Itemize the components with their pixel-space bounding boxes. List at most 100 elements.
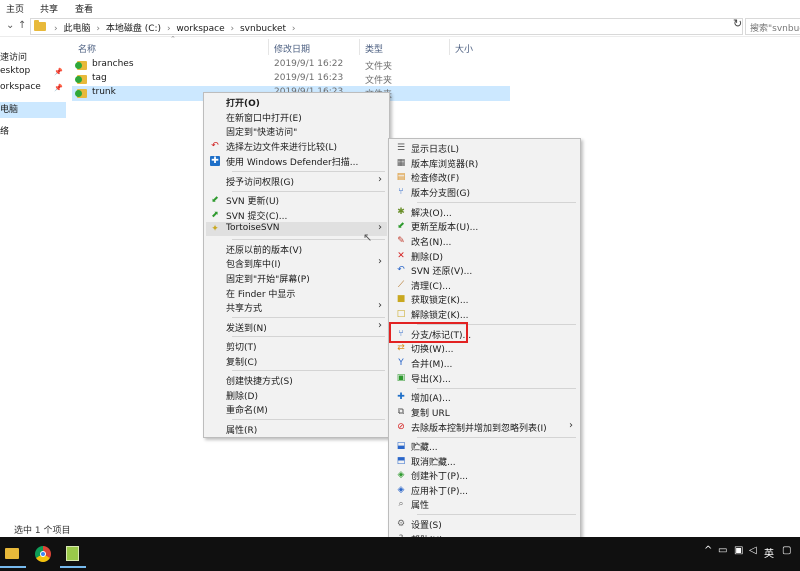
menu-label: 使用 Windows Defender扫描... <box>226 158 359 168</box>
menu-defender-scan[interactable]: ✚ 使用 Windows Defender扫描... <box>206 154 387 168</box>
menu-svn-commit[interactable]: ⬈ SVN 提交(C)... <box>206 208 387 222</box>
menu-compare-left[interactable]: ↶ 选择左边文件来进行比较(L) <box>206 139 387 153</box>
column-divider[interactable] <box>359 39 360 55</box>
submenu-arrow-icon: › <box>378 300 382 311</box>
nav-network[interactable]: 络 <box>0 124 66 140</box>
taskbar-file-explorer[interactable] <box>0 540 26 568</box>
column-date[interactable]: 修改日期 <box>274 42 310 55</box>
up-arrow-icon[interactable]: ↑ <box>18 20 26 31</box>
svn-merge[interactable]: Y 合并(M)... <box>391 356 578 370</box>
menu-include-library[interactable]: 包含到库中(I) › <box>206 256 387 270</box>
diff-icon: ↶ <box>211 141 219 151</box>
taskbar-notepad[interactable] <box>60 540 86 568</box>
lock-icon: ■ <box>396 294 406 304</box>
revert-icon: ↶ <box>397 265 405 275</box>
svn-update-to-revision[interactable]: ⬋ 更新至版本(U)... <box>391 219 578 233</box>
nav-this-pc[interactable]: 电脑 <box>0 102 66 118</box>
menu-open[interactable]: 打开(O) <box>206 95 387 109</box>
breadcrumb-svnbucket[interactable]: svnbucket <box>240 24 286 34</box>
context-menu: 打开(O) 在新窗口中打开(E) 固定到"快速访问" ↶ 选择左边文件来进行比较(… <box>203 92 390 438</box>
svn-export[interactable]: ▣ 导出(X)... <box>391 371 578 385</box>
refresh-icon[interactable]: ↻ <box>733 17 742 30</box>
breadcrumb-workspace[interactable]: workspace <box>176 24 224 34</box>
nav-quick-access[interactable]: 速访问 <box>0 50 66 66</box>
svn-revert[interactable]: ↶ SVN 还原(V)... <box>391 263 578 277</box>
menu-restore-previous[interactable]: 还原以前的版本(V) <box>206 242 387 256</box>
svn-release-lock[interactable]: □ 解除锁定(K)... <box>391 307 578 321</box>
svn-folder-icon <box>75 61 87 70</box>
nav-label: 电脑 <box>0 105 19 115</box>
tray-volume-icon[interactable]: ◁ <box>749 545 757 556</box>
tray-notification-icon[interactable]: ▢ <box>782 545 791 556</box>
file-name: branches <box>92 59 134 69</box>
menu-label: 打开(O) <box>226 99 260 109</box>
tray-network-icon[interactable]: ▭ <box>718 545 727 556</box>
breadcrumb-separator: › <box>230 24 235 34</box>
breadcrumb-this-pc[interactable]: 此电脑 <box>63 24 90 34</box>
menu-copy[interactable]: 复制(C) <box>206 354 387 368</box>
svn-repo-browser[interactable]: ▦ 版本库浏览器(R) <box>391 156 578 170</box>
column-divider[interactable] <box>449 39 450 55</box>
repo-browser-icon: ▦ <box>396 158 406 168</box>
menu-create-shortcut[interactable]: 创建快捷方式(S) <box>206 373 387 387</box>
file-row-tag[interactable]: tag 2019/9/1 16:23 文件夹 <box>72 72 510 87</box>
svn-unversion-ignore[interactable]: ⊘ 去除版本控制并增加到忽略列表(I) › <box>391 420 578 434</box>
menu-open-new-window[interactable]: 在新窗口中打开(E) <box>206 110 387 124</box>
svn-cleanup[interactable]: ⟋ 清理(C)... <box>391 278 578 292</box>
svn-get-lock[interactable]: ■ 获取锁定(K)... <box>391 292 578 306</box>
menu-grant-access[interactable]: 授予访问权限(G) › <box>206 174 387 188</box>
menu-pin-start[interactable]: 固定到"开始"屏幕(P) <box>206 271 387 285</box>
svn-shelve[interactable]: ⬓ 贮藏... <box>391 439 578 453</box>
menu-label: SVN 更新(U) <box>226 197 280 207</box>
file-row-branches[interactable]: branches 2019/9/1 16:22 文件夹 <box>72 58 510 73</box>
svn-resolve[interactable]: ✱ 解决(O)... <box>391 205 578 219</box>
svn-create-patch[interactable]: ◈ 创建补丁(P)... <box>391 468 578 482</box>
svn-unshelve[interactable]: ⬒ 取消贮藏... <box>391 454 578 468</box>
menu-rename[interactable]: 重命名(M) <box>206 402 387 416</box>
breadcrumb-local-disk[interactable]: 本地磁盘 (C:) <box>106 24 161 34</box>
menu-cut[interactable]: 剪切(T) <box>206 339 387 353</box>
tray-ime-indicator[interactable]: 英 <box>764 545 774 560</box>
taskbar-chrome[interactable] <box>30 540 56 568</box>
svn-delete[interactable]: ✕ 删除(D) <box>391 249 578 263</box>
svn-switch[interactable]: ⇄ 切换(W)... <box>391 341 578 355</box>
nav-workspace[interactable]: orkspace 📌 <box>0 82 66 98</box>
tab-view[interactable]: 查看 <box>75 2 93 15</box>
address-bar[interactable]: › 此电脑 › 本地磁盘 (C:) › workspace › svnbucke… <box>30 18 757 35</box>
menu-tortoisesvn[interactable]: ✦ TortoiseSVN › <box>206 222 387 236</box>
svn-properties[interactable]: ⌕ 属性 <box>391 497 578 511</box>
svn-show-log[interactable]: ☰ 显示日志(L) <box>391 141 578 155</box>
svn-settings[interactable]: ⚙ 设置(S) <box>391 517 578 531</box>
menu-label: 版本库浏览器(R) <box>411 160 479 170</box>
svn-revision-graph[interactable]: ⑂ 版本分支图(G) <box>391 185 578 199</box>
submenu-arrow-icon: › <box>378 256 382 267</box>
menu-share-with[interactable]: 共享方式 › <box>206 300 387 314</box>
tray-display-icon[interactable]: ▣ <box>734 545 743 556</box>
menu-properties[interactable]: 属性(R) <box>206 422 387 436</box>
menu-show-in-finder[interactable]: 在 Finder 中显示 <box>206 286 387 300</box>
nav-desktop[interactable]: esktop 📌 <box>0 66 66 82</box>
menu-separator <box>417 437 576 438</box>
search-input[interactable]: 搜索"svnbuck <box>745 18 800 35</box>
tab-share[interactable]: 共享 <box>40 2 58 15</box>
chevron-down-icon[interactable]: ⌄ <box>6 20 14 31</box>
menu-delete[interactable]: 删除(D) <box>206 388 387 402</box>
tray-chevron-up-icon[interactable]: ^ <box>704 545 712 556</box>
svn-add[interactable]: ✚ 增加(A)... <box>391 390 578 404</box>
svn-folder-icon <box>75 75 87 84</box>
column-size[interactable]: 大小 <box>455 42 473 55</box>
menu-svn-update[interactable]: ⬋ SVN 更新(U) <box>206 193 387 207</box>
svn-copy-url[interactable]: ⧉ 复制 URL <box>391 405 578 419</box>
column-type[interactable]: 类型 <box>365 42 383 55</box>
svn-folder-icon <box>75 89 87 98</box>
menu-pin-quick-access[interactable]: 固定到"快速访问" <box>206 124 387 138</box>
switch-icon: ⇄ <box>397 343 405 353</box>
svn-check-modifications[interactable]: ▤ 检查修改(F) <box>391 170 578 184</box>
svn-apply-patch[interactable]: ◈ 应用补丁(P)... <box>391 483 578 497</box>
column-divider[interactable] <box>268 39 269 55</box>
menu-send-to[interactable]: 发送到(N) › <box>206 320 387 334</box>
svn-rename[interactable]: ✎ 改名(N)... <box>391 234 578 248</box>
menu-label: 设置(S) <box>411 521 442 531</box>
column-name[interactable]: 名称 <box>78 42 96 55</box>
tab-home[interactable]: 主页 <box>6 2 24 15</box>
